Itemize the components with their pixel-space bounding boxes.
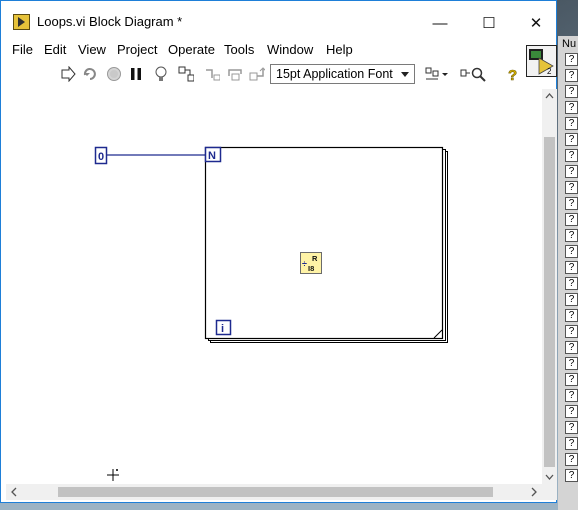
numeric-indicator-cell[interactable]: ? xyxy=(565,453,578,466)
numeric-indicator-cell[interactable]: ? xyxy=(565,181,578,194)
context-help-icon[interactable]: ? xyxy=(505,66,521,82)
numeric-indicator-cell[interactable]: ? xyxy=(565,133,578,146)
highlight-execution-icon[interactable] xyxy=(153,66,169,82)
block-diagram-canvas[interactable]: 0 N i ÷ R I8 xyxy=(6,89,542,484)
scroll-up-icon xyxy=(545,93,554,99)
numeric-indicator-cell[interactable]: ? xyxy=(565,197,578,210)
menu-operate[interactable]: Operate xyxy=(168,42,215,57)
menu-help[interactable]: Help xyxy=(326,42,353,57)
pause-icon[interactable] xyxy=(128,66,144,82)
adjacent-window-panel: Nu ??????????????????????????? xyxy=(558,36,578,510)
numeric-indicator-cell[interactable]: ? xyxy=(565,357,578,370)
loop-iteration-terminal[interactable]: i xyxy=(215,319,232,336)
scroll-right-icon xyxy=(531,487,537,497)
svg-text:N: N xyxy=(208,150,216,162)
numeric-indicator-cell[interactable]: ? xyxy=(565,165,578,178)
clean-up-diagram-icon[interactable] xyxy=(460,66,488,82)
horizontal-scroll-thumb xyxy=(58,487,493,497)
step-over-icon[interactable] xyxy=(227,66,243,82)
numeric-indicator-cell[interactable]: ? xyxy=(565,341,578,354)
title-bar[interactable]: Loops.vi Block Diagram * — ☐ ✕ xyxy=(1,1,556,39)
chevron-down-icon xyxy=(401,72,409,77)
menu-bar: File Edit View Project Operate Tools Win… xyxy=(1,39,556,59)
menu-tools[interactable]: Tools xyxy=(224,42,254,57)
numeric-indicator-cell[interactable]: ? xyxy=(565,405,578,418)
scroll-left-icon xyxy=(11,487,17,497)
menu-edit[interactable]: Edit xyxy=(44,42,66,57)
menu-window[interactable]: Window xyxy=(267,42,313,57)
block-diagram-window[interactable]: Loops.vi Block Diagram * — ☐ ✕ File Edit… xyxy=(0,0,557,503)
run-continuously-icon[interactable] xyxy=(82,66,98,82)
numeric-indicator-cell[interactable]: ? xyxy=(565,85,578,98)
svg-text:R: R xyxy=(312,254,318,263)
scroll-down-icon xyxy=(545,474,554,480)
svg-text:÷: ÷ xyxy=(302,259,307,269)
numeric-indicator-cell[interactable]: ? xyxy=(565,389,578,402)
numeric-indicator-cell[interactable]: ? xyxy=(565,309,578,322)
numeric-indicator-cell[interactable]: ? xyxy=(565,245,578,258)
vi-connector-icon[interactable]: 2 xyxy=(526,45,557,77)
numeric-indicator-cell[interactable]: ? xyxy=(565,69,578,82)
font-selector[interactable]: 15pt Application Font xyxy=(270,64,415,84)
scrollbar-corner xyxy=(542,484,557,500)
numeric-constant[interactable]: 0 xyxy=(94,146,108,165)
font-selector-value: 15pt Application Font xyxy=(276,67,393,81)
maximize-button[interactable]: ☐ xyxy=(469,9,509,37)
close-button[interactable]: ✕ xyxy=(516,9,556,37)
numeric-indicator-cell[interactable]: ? xyxy=(565,293,578,306)
numeric-indicator-cell[interactable]: ? xyxy=(565,469,578,482)
vertical-scroll-thumb xyxy=(544,137,555,467)
numeric-indicator-cell[interactable]: ? xyxy=(565,277,578,290)
numeric-indicator-cell[interactable]: ? xyxy=(565,117,578,130)
numeric-indicator-cell[interactable]: ? xyxy=(565,213,578,226)
svg-text:I8: I8 xyxy=(308,264,314,273)
crosshair-cursor-icon xyxy=(107,469,119,481)
vertical-scrollbar[interactable] xyxy=(542,89,557,484)
step-out-icon[interactable] xyxy=(249,66,265,82)
svg-text:i: i xyxy=(221,323,224,335)
window-title: Loops.vi Block Diagram * xyxy=(37,14,183,29)
horizontal-scrollbar[interactable] xyxy=(6,484,542,500)
run-continuously-arrow-icon[interactable] xyxy=(60,66,76,82)
menu-file[interactable]: File xyxy=(12,42,33,57)
loop-count-terminal[interactable]: N xyxy=(204,146,222,163)
for-loop-structure[interactable] xyxy=(204,146,448,343)
retain-wire-values-icon[interactable] xyxy=(178,66,194,82)
numeric-indicator-cell[interactable]: ? xyxy=(565,229,578,242)
numeric-indicator-cell[interactable]: ? xyxy=(565,437,578,450)
numeric-indicator-cell[interactable]: ? xyxy=(565,101,578,114)
menu-project[interactable]: Project xyxy=(117,42,157,57)
labview-vi-icon xyxy=(13,14,30,30)
svg-text:2: 2 xyxy=(547,67,552,76)
convert-to-i8-node[interactable]: ÷ R I8 xyxy=(300,252,322,274)
svg-text:0: 0 xyxy=(98,151,104,163)
step-into-icon[interactable] xyxy=(204,66,220,82)
numeric-indicator-cell[interactable]: ? xyxy=(565,149,578,162)
numeric-indicator-cell[interactable]: ? xyxy=(565,325,578,338)
numeric-indicator-cell[interactable]: ? xyxy=(565,373,578,386)
minimize-button[interactable]: — xyxy=(420,9,460,37)
numeric-indicator-cell[interactable]: ? xyxy=(565,53,578,66)
menu-view[interactable]: View xyxy=(78,42,106,57)
panel-header: Nu xyxy=(562,38,577,50)
align-objects-icon[interactable] xyxy=(425,66,449,82)
abort-icon[interactable] xyxy=(106,66,122,82)
numeric-indicator-cell[interactable]: ? xyxy=(565,261,578,274)
numeric-indicator-cell[interactable]: ? xyxy=(565,421,578,434)
svg-text:?: ? xyxy=(508,67,517,82)
